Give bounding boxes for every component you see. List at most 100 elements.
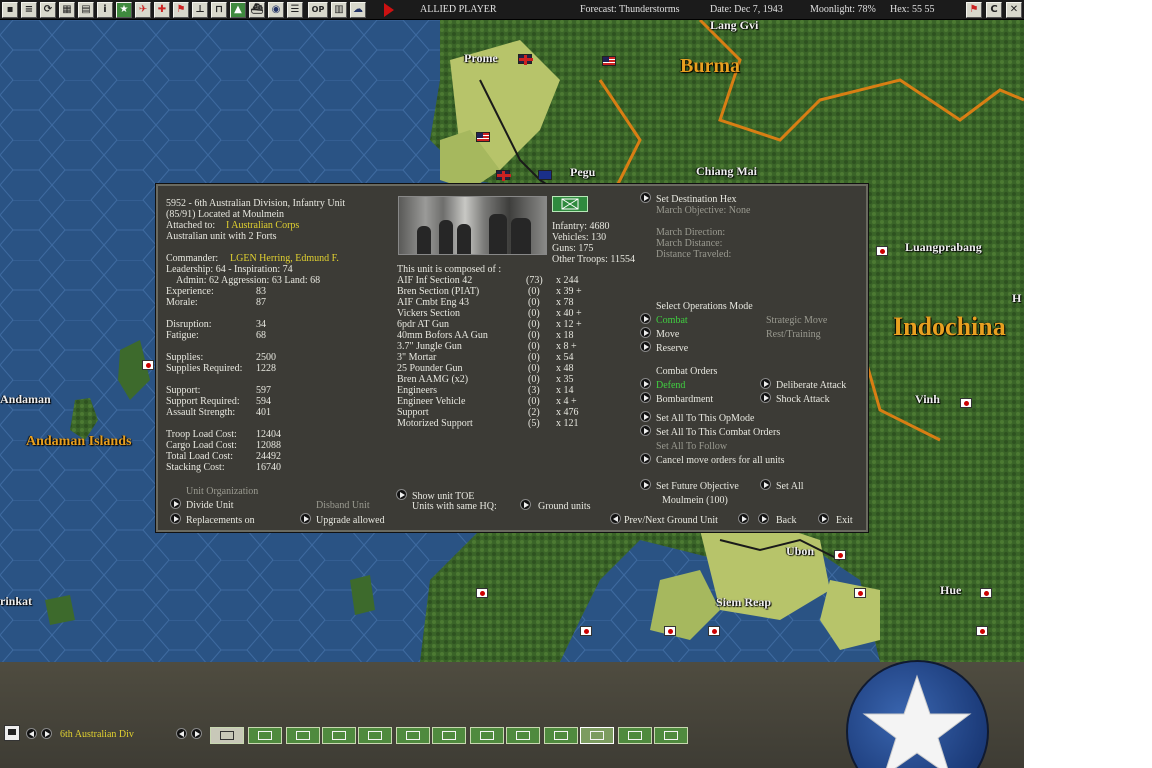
arrow-right-icon[interactable] bbox=[396, 489, 407, 500]
uk-flag-icon[interactable] bbox=[496, 170, 511, 181]
arrow-right-icon[interactable] bbox=[640, 411, 651, 422]
mode-reserve-button[interactable]: Reserve bbox=[656, 343, 688, 354]
composition-item[interactable]: 25 Pounder Gun bbox=[397, 363, 463, 374]
arrow-right-icon[interactable] bbox=[760, 378, 771, 389]
japanese-base-icon[interactable] bbox=[834, 550, 846, 560]
arrow-right-icon[interactable] bbox=[520, 499, 531, 510]
composition-item[interactable]: 3" Mortar bbox=[397, 352, 436, 363]
flag-toggle-icon[interactable]: ⚑ bbox=[966, 2, 982, 18]
arrow-right-icon[interactable] bbox=[300, 513, 311, 524]
uk-flag-icon[interactable] bbox=[518, 54, 533, 65]
save-icon[interactable]: ▪ bbox=[2, 2, 18, 18]
unit-slot[interactable] bbox=[248, 727, 282, 744]
city-label-prome[interactable]: Prome bbox=[464, 51, 498, 66]
arrow-right-icon[interactable] bbox=[41, 728, 52, 739]
order-bombardment-button[interactable]: Bombardment bbox=[656, 394, 713, 405]
unit-slot[interactable] bbox=[506, 727, 540, 744]
mode-strategic-move-button[interactable]: Strategic Move bbox=[766, 315, 827, 326]
city-label-lang-gvi[interactable]: Lang Gvi bbox=[710, 20, 758, 33]
japanese-base-icon[interactable] bbox=[664, 626, 676, 636]
flag-icon[interactable]: ⚑ bbox=[173, 2, 189, 18]
us-flag-icon[interactable] bbox=[476, 132, 490, 142]
set-destination-button[interactable]: Set Destination Hex bbox=[656, 194, 737, 205]
arrow-right-icon[interactable] bbox=[640, 392, 651, 403]
unit-slot[interactable] bbox=[470, 727, 504, 744]
cancel-move-button[interactable]: Cancel move orders for all units bbox=[656, 455, 785, 466]
japanese-base-icon[interactable] bbox=[476, 588, 488, 598]
japanese-base-icon[interactable] bbox=[854, 588, 866, 598]
arrow-right-icon[interactable] bbox=[818, 513, 829, 524]
unit-slot[interactable] bbox=[618, 727, 652, 744]
arrow-right-icon[interactable] bbox=[640, 192, 651, 203]
weather-icon[interactable]: ☁ bbox=[350, 2, 366, 18]
c-icon[interactable]: C bbox=[986, 2, 1002, 18]
set-all-combat-button[interactable]: Set All To This Combat Orders bbox=[656, 427, 780, 438]
unit-slot[interactable] bbox=[210, 727, 244, 744]
composition-item[interactable]: 6pdr AT Gun bbox=[397, 319, 449, 330]
mode-move-button[interactable]: Move bbox=[656, 329, 679, 340]
composition-item[interactable]: Vickers Section bbox=[397, 308, 460, 319]
city-label-siem-reap[interactable]: Siem Reap bbox=[716, 595, 771, 610]
arrow-left-icon[interactable] bbox=[26, 728, 37, 739]
unit-slot[interactable] bbox=[396, 727, 430, 744]
composition-item[interactable]: Support bbox=[397, 407, 429, 418]
set-all-opmode-button[interactable]: Set All To This OpMode bbox=[656, 413, 754, 424]
city-label-h[interactable]: H bbox=[1012, 291, 1021, 306]
exit-button[interactable]: Exit bbox=[836, 515, 853, 526]
info-icon[interactable]: i bbox=[97, 2, 113, 18]
city-label-chiang-mai[interactable]: Chiang Mai bbox=[696, 164, 757, 179]
composition-item[interactable]: Bren AAMG (x2) bbox=[397, 374, 468, 385]
city-label-hue[interactable]: Hue bbox=[940, 583, 961, 598]
composition-item[interactable]: Engineers bbox=[397, 385, 437, 396]
order-shock-attack-button[interactable]: Shock Attack bbox=[776, 394, 830, 405]
japanese-base-icon[interactable] bbox=[976, 626, 988, 636]
composition-item[interactable]: Motorized Support bbox=[397, 418, 473, 429]
japanese-base-icon[interactable] bbox=[142, 360, 154, 370]
grid-icon[interactable]: ▦ bbox=[59, 2, 75, 18]
composition-item[interactable]: AIF Cmbt Eng 43 bbox=[397, 297, 469, 308]
arrow-right-icon[interactable] bbox=[758, 513, 769, 524]
report-icon[interactable]: ▤ bbox=[78, 2, 94, 18]
mode-rest-button[interactable]: Rest/Training bbox=[766, 329, 821, 340]
unit-slot[interactable] bbox=[432, 727, 466, 744]
city-label-vinh[interactable]: Vinh bbox=[915, 392, 940, 407]
japanese-base-icon[interactable] bbox=[980, 588, 992, 598]
composition-item[interactable]: Bren Section (PIAT) bbox=[397, 286, 479, 297]
arrow-right-icon[interactable] bbox=[738, 513, 749, 524]
mode-combat-button[interactable]: Combat bbox=[656, 315, 688, 326]
upgrade-toggle[interactable]: Upgrade allowed bbox=[316, 515, 385, 526]
arrow-right-icon[interactable] bbox=[640, 425, 651, 436]
chart-icon[interactable]: ▲ bbox=[230, 2, 246, 18]
set-all-follow-button[interactable]: Set All To Follow bbox=[656, 441, 727, 452]
japanese-base-icon[interactable] bbox=[876, 246, 888, 256]
arrow-right-icon[interactable] bbox=[640, 453, 651, 464]
replay-icon[interactable]: ⟳ bbox=[40, 2, 56, 18]
arrow-right-icon[interactable] bbox=[760, 479, 771, 490]
divide-unit-button[interactable]: Divide Unit bbox=[186, 500, 234, 511]
flag-toggle-icon[interactable] bbox=[4, 725, 20, 741]
grid2-icon[interactable]: ▥ bbox=[331, 2, 347, 18]
document-icon[interactable]: ≡ bbox=[21, 2, 37, 18]
composition-item[interactable]: 3.7" Jungle Gun bbox=[397, 341, 462, 352]
unit-slot[interactable] bbox=[544, 727, 578, 744]
aircraft-icon[interactable]: ✈ bbox=[135, 2, 151, 18]
unit-slot[interactable] bbox=[654, 727, 688, 744]
unit-slot[interactable] bbox=[286, 727, 320, 744]
island-label-andaman[interactable]: Andaman bbox=[0, 392, 51, 407]
arrow-right-icon[interactable] bbox=[170, 513, 181, 524]
unit-slot-selected[interactable] bbox=[580, 727, 614, 744]
arrow-right-icon[interactable] bbox=[170, 498, 181, 509]
back-button[interactable]: Back bbox=[776, 515, 797, 526]
attached-hq-link[interactable]: I Australian Corps bbox=[226, 220, 299, 231]
arrow-right-icon[interactable] bbox=[640, 327, 651, 338]
city-label-luangprabang[interactable]: Luangprabang bbox=[905, 240, 982, 255]
arrow-right-icon[interactable] bbox=[760, 392, 771, 403]
arrow-left-icon[interactable] bbox=[176, 728, 187, 739]
order-defend-button[interactable]: Defend bbox=[656, 380, 685, 391]
op-icon[interactable]: OP bbox=[308, 2, 328, 18]
us-flag-icon[interactable] bbox=[602, 56, 616, 66]
end-turn-icon[interactable] bbox=[384, 3, 394, 17]
japanese-base-icon[interactable] bbox=[960, 398, 972, 408]
plane-icon[interactable]: ⊥ bbox=[192, 2, 208, 18]
close-icon[interactable]: ✕ bbox=[1006, 2, 1022, 18]
